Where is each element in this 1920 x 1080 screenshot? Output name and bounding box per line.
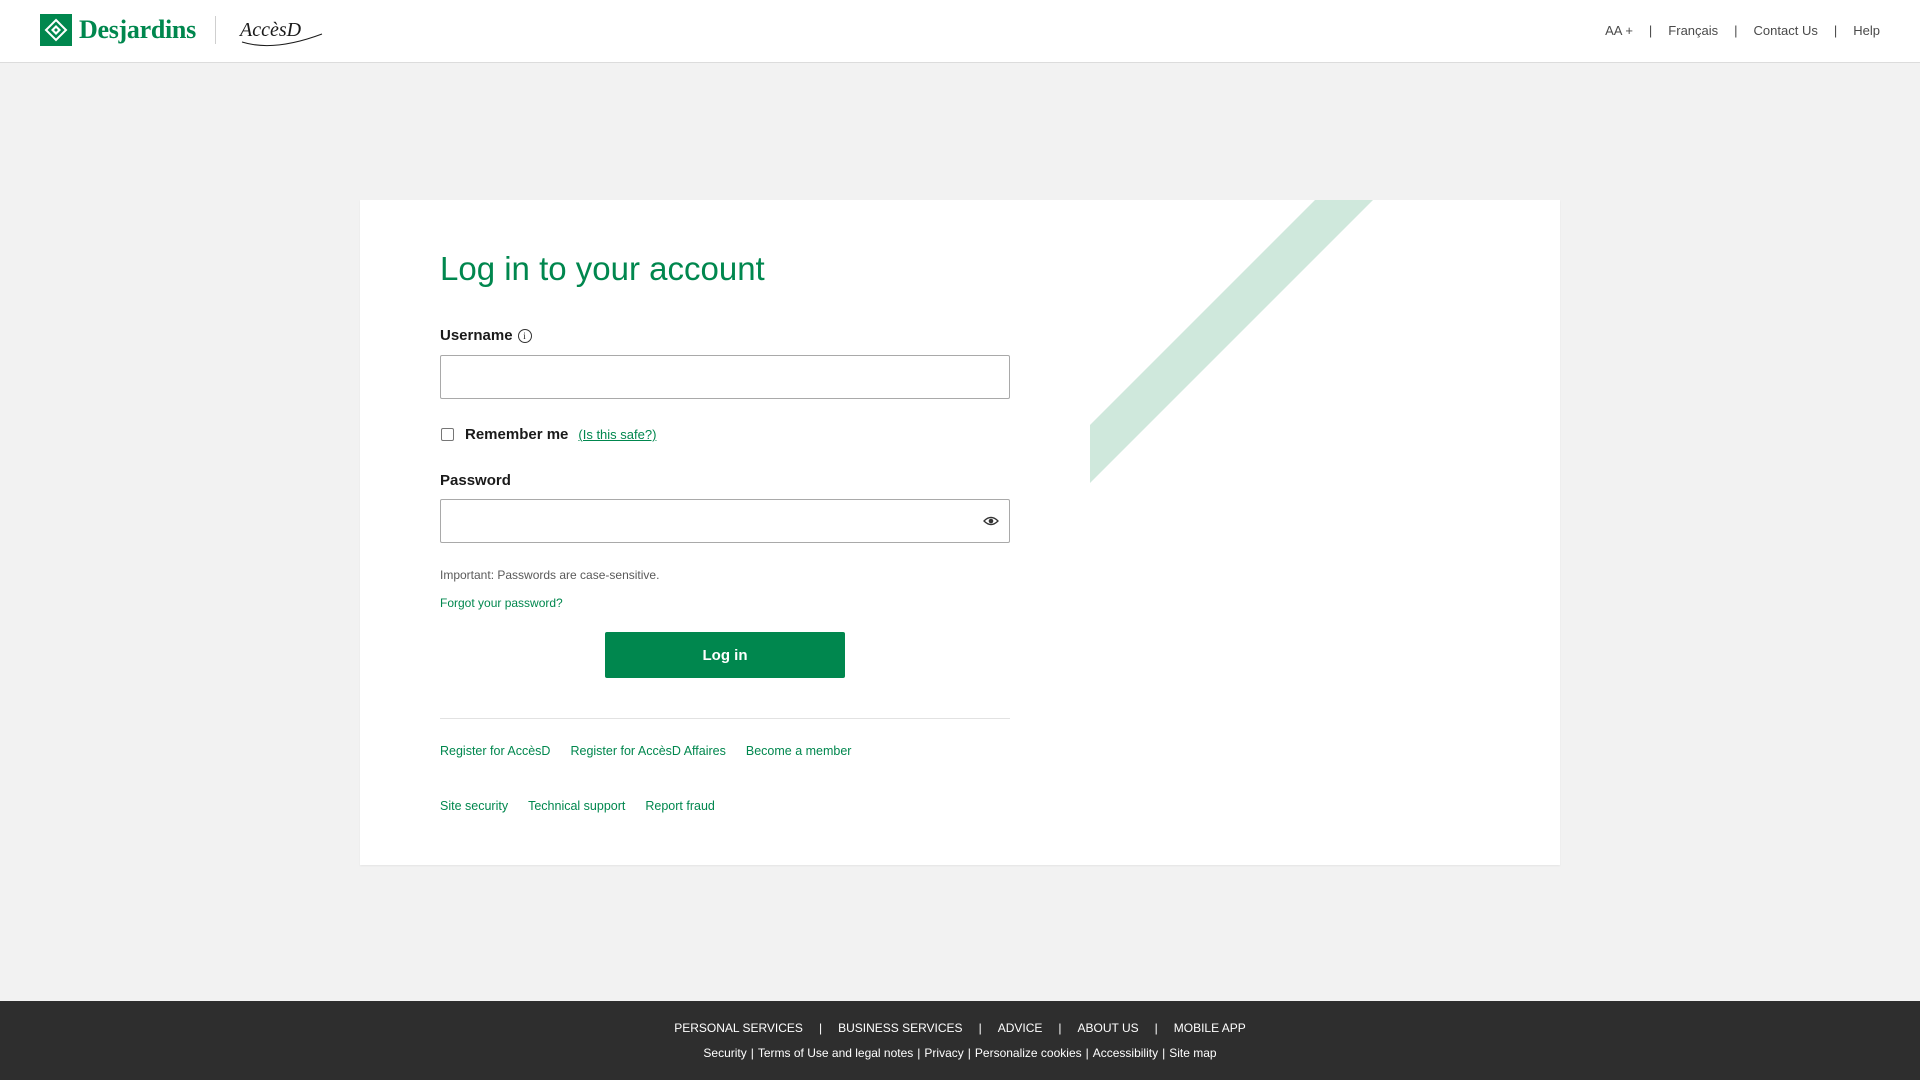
form-divider [440,718,1010,719]
footer-separator: | [1058,1021,1062,1035]
show-password-icon[interactable] [983,514,999,528]
desjardins-logo[interactable]: Desjardins [40,14,196,46]
become-member-link[interactable]: Become a member [746,744,852,758]
nav-separator: | [1648,23,1653,38]
desjardins-logo-icon [40,14,72,46]
is-this-safe-link[interactable]: (Is this safe?) [578,427,656,442]
username-label-text: Username [440,327,513,344]
footer-separator: | [1085,1046,1089,1060]
username-input[interactable] [441,356,985,396]
footer-about-us-link[interactable]: ABOUT US [1078,1021,1139,1035]
product-name: AccèsD [238,19,302,41]
forgot-password-link[interactable]: Forgot your password? [440,596,563,610]
footer-site-map-link[interactable]: Site map [1169,1046,1216,1060]
technical-support-link[interactable]: Technical support [528,799,625,813]
password-label-text: Password [440,472,511,489]
nav-separator: | [1734,23,1738,38]
accesd-logo: AccèsD [234,12,330,53]
footer-accessibility-link[interactable]: Accessibility [1093,1046,1158,1060]
footer-separator: | [818,1021,823,1035]
username-field-box [440,355,1010,399]
nav-separator: | [1833,23,1838,38]
site-security-link[interactable]: Site security [440,799,508,813]
top-navigation: AA + | Français | Contact Us | Help [1605,23,1880,38]
login-card: Log in to your account Username i Rememb… [360,200,1560,865]
footer-separator: | [978,1021,982,1035]
case-sensitive-note: Important: Passwords are case-sensitive. [440,568,660,582]
footer-business-services-link[interactable]: BUSINESS SERVICES [838,1021,963,1035]
footer-advice-link[interactable]: ADVICE [998,1021,1043,1035]
remember-me-label[interactable]: Remember me [465,426,568,443]
footer-terms-link[interactable]: Terms of Use and legal notes [758,1046,913,1060]
footer-separator: | [1162,1046,1166,1060]
login-button[interactable]: Log in [605,632,845,678]
remember-me-checkbox[interactable] [441,428,454,441]
site-footer: PERSONAL SERVICES | BUSINESS SERVICES | … [0,1001,1920,1080]
language-link[interactable]: Français [1668,23,1718,38]
contact-us-link[interactable]: Contact Us [1754,23,1818,38]
footer-mobile-app-link[interactable]: MOBILE APP [1174,1021,1246,1035]
remember-me-row: Remember me (Is this safe?) [440,426,656,443]
support-links: Site security Technical support Report f… [440,799,735,813]
footer-separator: | [750,1046,754,1060]
username-label: Username i [440,327,532,344]
footer-personal-services-link[interactable]: PERSONAL SERVICES [674,1021,803,1035]
footer-cookies-link[interactable]: Personalize cookies [975,1046,1082,1060]
site-header: Desjardins AccèsD AA + | Français | Cont… [0,0,1920,63]
info-icon[interactable]: i [517,328,532,343]
help-link[interactable]: Help [1853,23,1880,38]
footer-separator: | [1154,1021,1158,1035]
footer-security-link[interactable]: Security [703,1046,746,1060]
brand-name: Desjardins [79,15,196,44]
page-title: Log in to your account [440,250,765,287]
footer-separator: | [967,1046,971,1060]
registration-links: Register for AccèsD Register for AccèsD … [440,744,871,758]
register-accesd-link[interactable]: Register for AccèsD [440,744,550,758]
text-size-link[interactable]: AA + [1605,23,1633,38]
footer-privacy-link[interactable]: Privacy [924,1046,963,1060]
logo-divider [215,16,216,44]
footer-navigation: PERSONAL SERVICES | BUSINESS SERVICES | … [0,1021,1920,1035]
report-fraud-link[interactable]: Report fraud [645,799,714,813]
footer-separator: | [917,1046,921,1060]
password-input[interactable] [441,500,985,540]
register-accesd-affaires-link[interactable]: Register for AccèsD Affaires [570,744,725,758]
footer-legal-links: Security | Terms of Use and legal notes … [0,1046,1920,1060]
password-field-box [440,499,1010,543]
password-label: Password [440,472,511,489]
